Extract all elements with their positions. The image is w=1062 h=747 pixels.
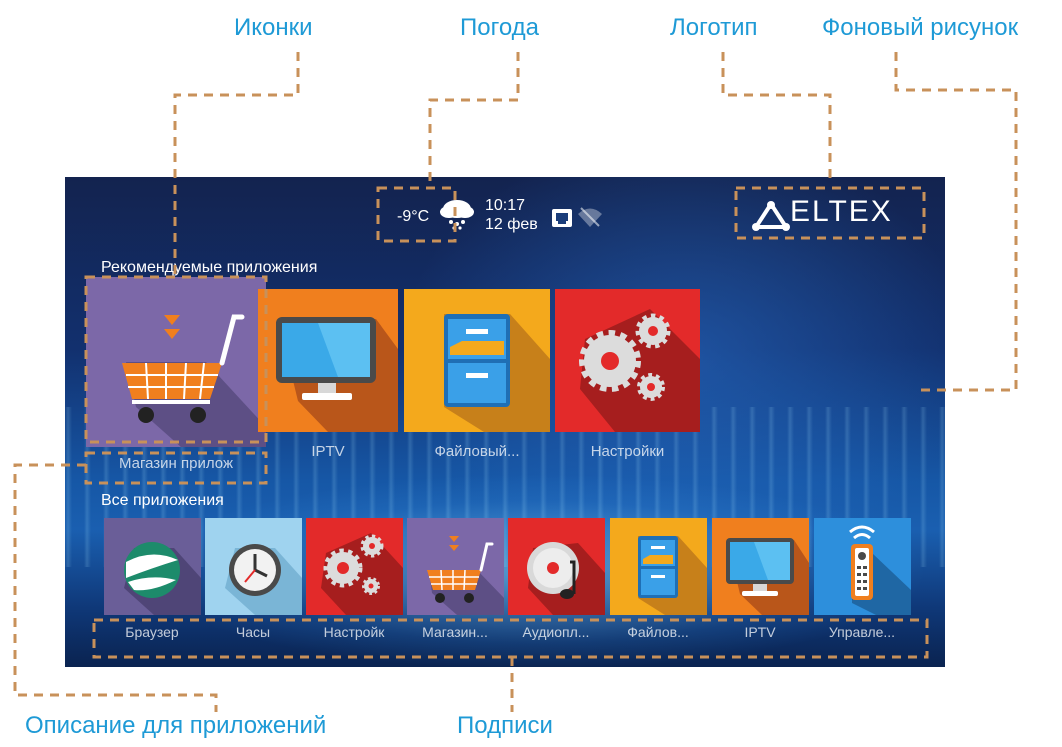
recommended-label-store: Магазин прилож — [118, 455, 233, 472]
shopping-cart-icon — [122, 314, 266, 447]
app-label-iptv: IPTV — [744, 624, 776, 640]
recommended-tile-files[interactable] — [404, 289, 550, 432]
all-apps-section-title: Все приложения — [101, 492, 224, 509]
recommended-label-iptv: IPTV — [311, 443, 345, 460]
gears-icon — [321, 533, 403, 615]
callout-logo: Логотип — [670, 14, 758, 41]
app-label-browser: Браузер — [125, 624, 179, 640]
file-cabinet-icon — [444, 314, 550, 432]
monitor-icon — [276, 317, 398, 432]
clock-icon — [225, 544, 302, 615]
clock-time: 10:17 — [485, 197, 526, 214]
callout-app-description: Описание для приложений — [25, 712, 327, 739]
app-label-settings: Настройк — [323, 624, 385, 640]
snow-cloud-icon — [440, 200, 474, 230]
app-tile-browser[interactable] — [104, 518, 201, 615]
tv-home-screen: -9°C 10:17 12 фев ELTEX Рекомендуемые пр… — [65, 177, 945, 667]
recommended-tile-iptv[interactable] — [258, 289, 398, 432]
recommended-tile-store[interactable] — [86, 277, 266, 447]
recommended-label-files: Файловый... — [434, 443, 520, 460]
shopping-cart-icon — [427, 536, 504, 615]
audio-disc-icon — [527, 542, 605, 615]
monitor-icon — [726, 538, 809, 615]
clock-date: 12 фев — [485, 216, 538, 233]
app-label-remote-control: Управле... — [828, 624, 896, 640]
app-tile-settings[interactable] — [306, 518, 403, 615]
app-label-audio-player: Аудиопл... — [522, 624, 590, 640]
app-tile-files[interactable] — [610, 518, 707, 615]
app-tile-remote-control[interactable] — [814, 518, 911, 615]
eltex-logo-icon — [752, 201, 790, 231]
app-tile-audio-player[interactable] — [508, 518, 605, 615]
ethernet-icon — [552, 209, 572, 227]
wifi-off-icon — [578, 207, 602, 227]
temperature-value: -9°C — [397, 208, 430, 225]
app-label-store: Магазин... — [422, 624, 488, 640]
callout-background: Фоновый рисунок — [822, 14, 1019, 41]
callout-captions: Подписи — [457, 712, 553, 739]
app-label-files: Файлов... — [627, 624, 689, 640]
app-tile-iptv[interactable] — [712, 518, 809, 615]
recommended-label-settings: Настройки — [590, 443, 665, 460]
file-cabinet-icon — [638, 536, 707, 615]
recommended-tile-settings[interactable] — [555, 289, 700, 432]
gears-icon — [579, 309, 700, 432]
eltex-logo-text: ELTEX — [790, 195, 893, 228]
callout-icons: Иконки — [234, 14, 313, 41]
globe-icon — [124, 542, 201, 615]
app-label-clock: Часы — [235, 624, 271, 640]
app-tile-store[interactable] — [407, 518, 504, 615]
recommended-section-title: Рекомендуемые приложения — [101, 259, 318, 276]
callout-weather: Погода — [460, 14, 539, 41]
remote-control-icon — [849, 525, 911, 615]
app-tile-clock[interactable] — [205, 518, 302, 615]
